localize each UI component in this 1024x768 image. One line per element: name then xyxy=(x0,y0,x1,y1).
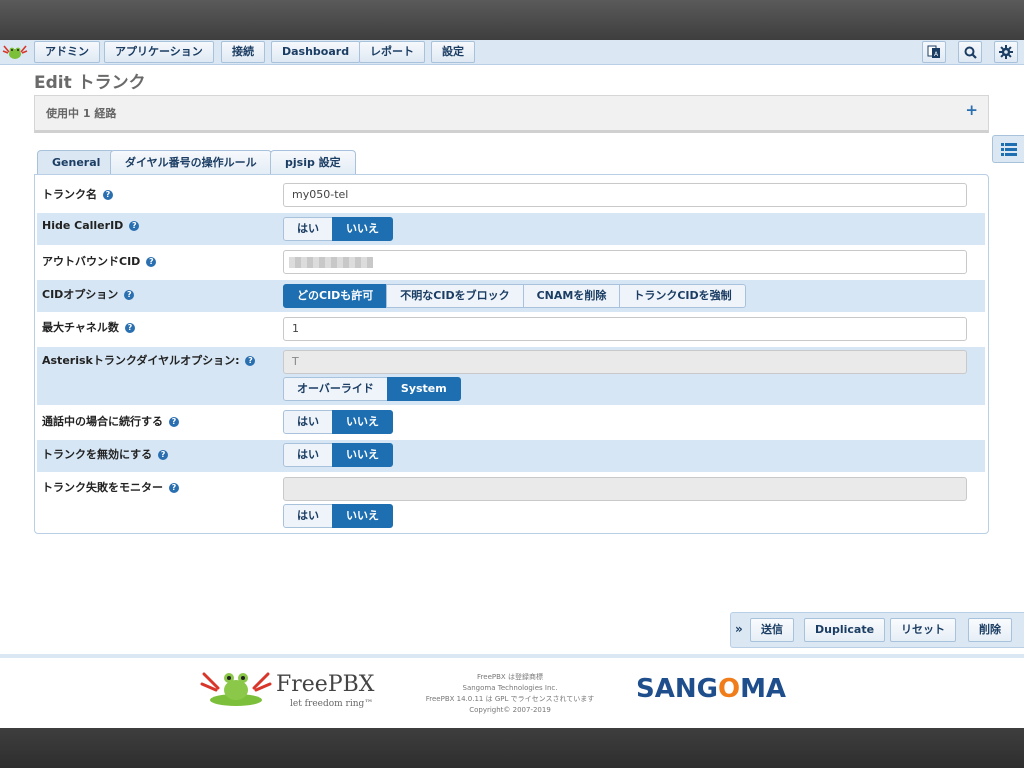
cid-option-remove-cnam[interactable]: CNAMを削除 xyxy=(522,284,621,308)
monitor-failures-yes[interactable]: はい xyxy=(283,504,333,528)
help-icon[interactable]: ? xyxy=(169,417,179,427)
monitor-failures-toggle: はい いいえ xyxy=(283,504,393,528)
hide-callerid-no[interactable]: いいえ xyxy=(332,217,393,241)
freepbx-app: アドミン アプリケーション 接続 Dashboard レポート 設定 A Edi… xyxy=(0,40,1024,728)
dial-options-toggle: オーバーライド System xyxy=(283,377,461,401)
max-channels-label: 最大チャネル数? xyxy=(42,319,135,335)
help-icon[interactable]: ? xyxy=(158,450,169,460)
row-monitor-failures: トランク失敗をモニター? はい いいえ xyxy=(37,473,985,529)
hide-callerid-label: Hide CallerID? xyxy=(42,219,140,232)
footer: FreePBX let freedom ring™ FreePBX は登録商標 … xyxy=(0,654,1024,728)
continue-if-busy-no[interactable]: いいえ xyxy=(332,410,393,434)
collapse-arrow-icon[interactable]: » xyxy=(735,622,743,636)
submit-button[interactable]: 送信 xyxy=(750,618,794,642)
cid-options-label: CIDオプション? xyxy=(42,286,135,302)
screen-top-bezel xyxy=(0,0,1024,40)
action-bar: » 送信 Duplicate リセット 削除 xyxy=(730,612,1024,648)
sangoma-logo: SANGOMA xyxy=(636,674,787,704)
disable-trunk-no[interactable]: いいえ xyxy=(332,443,393,467)
row-trunk-name: トランク名? my050-tel xyxy=(37,178,985,210)
monitor-failures-no[interactable]: いいえ xyxy=(332,504,393,528)
continue-if-busy-toggle: はい いいえ xyxy=(283,410,393,434)
cid-options-toggle: どのCIDも許可 不明なCIDをブロック CNAMを削除 トランクCIDを強制 xyxy=(283,284,746,308)
disable-trunk-label: トランクを無効にする? xyxy=(42,446,169,462)
help-icon[interactable]: ? xyxy=(245,356,256,366)
delete-button[interactable]: 削除 xyxy=(968,618,1012,642)
list-icon xyxy=(1001,142,1017,156)
row-continue-if-busy: 通話中の場合に続行する? はい いいえ xyxy=(37,407,985,439)
search-icon xyxy=(964,46,977,59)
tab-dial-rules[interactable]: ダイヤル番号の操作ルール xyxy=(110,150,272,175)
disable-trunk-yes[interactable]: はい xyxy=(283,443,333,467)
help-icon[interactable]: ? xyxy=(103,190,113,200)
dial-options-system[interactable]: System xyxy=(386,377,461,401)
footer-info: FreePBX は登録商標 Sangoma Technologies Inc. … xyxy=(405,672,615,716)
monitor-failures-label: トランク失敗をモニター? xyxy=(42,479,179,495)
trunk-name-label: トランク名? xyxy=(42,186,113,202)
row-hide-callerid: Hide CallerID? はい いいえ xyxy=(37,213,985,245)
gear-icon xyxy=(999,45,1013,59)
outbound-cid-input[interactable] xyxy=(283,250,967,274)
usage-panel[interactable]: 使用中 1 経路 + xyxy=(34,95,989,133)
disable-trunk-toggle: はい いいえ xyxy=(283,443,393,467)
max-channels-input[interactable]: 1 xyxy=(283,317,967,341)
nav-reports[interactable]: レポート xyxy=(359,41,425,63)
dial-options-input[interactable]: T xyxy=(283,350,967,374)
help-icon[interactable]: ? xyxy=(129,221,140,231)
settings-button[interactable] xyxy=(994,41,1018,63)
cid-option-block-unknown[interactable]: 不明なCIDをブロック xyxy=(386,284,524,308)
side-list-button[interactable] xyxy=(992,135,1024,163)
cid-option-allow-any[interactable]: どのCIDも許可 xyxy=(283,284,388,308)
redacted-value xyxy=(289,257,373,268)
row-outbound-cid: アウトバウンドCID? xyxy=(37,247,985,279)
row-dial-options: Asteriskトランクダイヤルオプション:? T オーバーライド System xyxy=(37,347,985,405)
reset-button[interactable]: リセット xyxy=(890,618,956,642)
nav-dashboard[interactable]: Dashboard xyxy=(271,41,361,63)
continue-if-busy-yes[interactable]: はい xyxy=(283,410,333,434)
hide-callerid-toggle: はい いいえ xyxy=(283,217,393,241)
cid-option-force-trunk[interactable]: トランクCIDを強制 xyxy=(619,284,746,308)
help-icon[interactable]: ? xyxy=(124,290,135,300)
tab-pjsip-settings[interactable]: pjsip 設定 xyxy=(270,150,356,175)
help-icon[interactable]: ? xyxy=(169,483,179,493)
nav-admin[interactable]: アドミン xyxy=(34,41,100,63)
outbound-cid-label: アウトバウンドCID? xyxy=(42,253,157,269)
footer-copyright: Copyright© 2007-2019 xyxy=(469,706,551,714)
monitor-failures-input[interactable] xyxy=(283,477,967,501)
nav-settings[interactable]: 設定 xyxy=(431,41,475,63)
footer-trademark: FreePBX は登録商標 xyxy=(477,673,543,681)
footer-license: FreePBX 14.0.11 は GPL でライセンスされています xyxy=(425,695,595,703)
language-icon: A xyxy=(927,45,940,58)
tab-general[interactable]: General xyxy=(37,150,116,176)
trunk-name-input[interactable]: my050-tel xyxy=(283,183,967,207)
screen-bottom-bezel xyxy=(0,728,1024,768)
footer-company: Sangoma Technologies Inc. xyxy=(462,684,558,692)
freepbx-frog-icon[interactable] xyxy=(2,42,28,62)
usage-text: 使用中 1 経路 xyxy=(46,107,117,120)
row-max-channels: 最大チャネル数? 1 xyxy=(37,314,985,346)
dial-options-override[interactable]: オーバーライド xyxy=(283,377,388,401)
continue-if-busy-label: 通話中の場合に続行する? xyxy=(42,413,179,429)
nav-connectivity[interactable]: 接続 xyxy=(221,41,265,63)
general-form: トランク名? my050-tel Hide CallerID? はい いいえ ア… xyxy=(34,174,989,534)
row-cid-options: CIDオプション? どのCIDも許可 不明なCIDをブロック CNAMを削除 ト… xyxy=(37,280,985,312)
search-button[interactable] xyxy=(958,41,982,63)
page-title: Edit トランク xyxy=(34,73,146,93)
row-disable-trunk: トランクを無効にする? はい いいえ xyxy=(37,440,985,472)
duplicate-button[interactable]: Duplicate xyxy=(804,618,886,642)
nav-applications[interactable]: アプリケーション xyxy=(104,41,214,63)
help-icon[interactable]: ? xyxy=(146,257,157,267)
language-button[interactable]: A xyxy=(922,41,946,63)
freepbx-brand: FreePBX xyxy=(276,672,375,697)
help-icon[interactable]: ? xyxy=(124,323,135,333)
top-navbar: アドミン アプリケーション 接続 Dashboard レポート 設定 A xyxy=(0,40,1024,65)
hide-callerid-yes[interactable]: はい xyxy=(283,217,333,241)
dial-options-label: Asteriskトランクダイヤルオプション:? xyxy=(42,352,256,368)
expand-plus-icon[interactable]: + xyxy=(965,101,978,119)
freepbx-tagline: let freedom ring™ xyxy=(290,699,374,709)
